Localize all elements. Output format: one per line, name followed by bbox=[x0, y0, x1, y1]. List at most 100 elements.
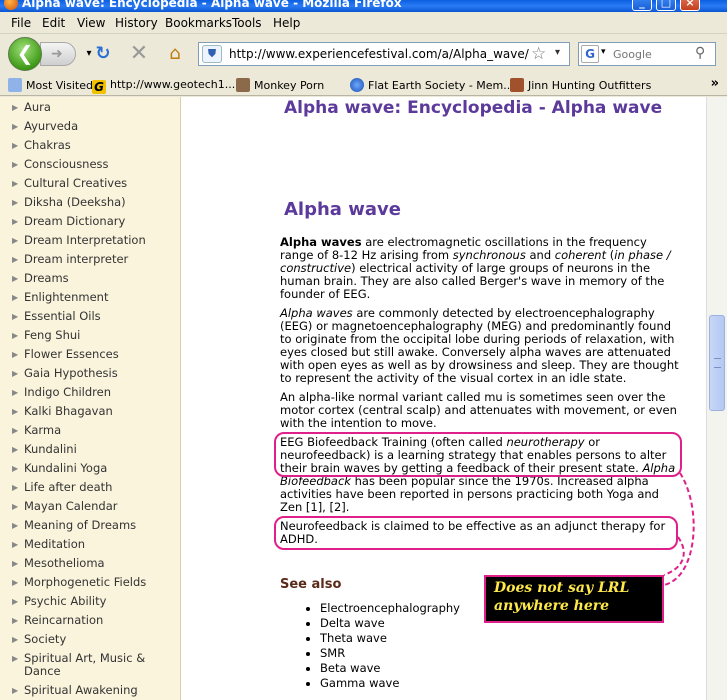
site-identity-icon[interactable]: ⛊ bbox=[202, 45, 222, 63]
stop-icon[interactable]: ✕ bbox=[128, 43, 150, 65]
sidebar-item-label[interactable]: Psychic Ability bbox=[24, 594, 106, 608]
see-also-link[interactable]: Gamma wave bbox=[320, 677, 460, 690]
sidebar-item-label[interactable]: Consciousness bbox=[24, 157, 109, 171]
see-also-link[interactable]: Delta wave bbox=[320, 617, 460, 630]
sidebar-item-label[interactable]: Indigo Children bbox=[24, 385, 111, 399]
sidebar-item[interactable]: ▶ Consciousness bbox=[12, 158, 180, 171]
menu-help[interactable]: Help bbox=[273, 16, 300, 30]
see-also-link[interactable]: SMR bbox=[320, 647, 460, 660]
minimize-icon[interactable]: _ bbox=[632, 0, 652, 11]
bookmark-flat-earth[interactable]: Flat Earth Society - Mem... bbox=[350, 78, 514, 92]
sidebar-item-label[interactable]: Gaia Hypothesis bbox=[24, 366, 118, 380]
search-input[interactable] bbox=[611, 45, 691, 63]
vertical-scrollbar[interactable] bbox=[706, 97, 727, 700]
sidebar-item[interactable]: ▶ Feng Shui bbox=[12, 329, 180, 342]
sidebar-item[interactable]: ▶ Society bbox=[12, 633, 180, 646]
sidebar-item-label[interactable]: Aura bbox=[24, 100, 51, 114]
sidebar-item[interactable]: ▶ Dream Dictionary bbox=[12, 215, 180, 228]
bookmark-most-visited[interactable]: Most Visited bbox=[8, 78, 93, 92]
sidebar-item-label[interactable]: Cultural Creatives bbox=[24, 176, 127, 190]
sidebar-item[interactable]: ▶ Diksha (Deeksha) bbox=[12, 196, 180, 209]
sidebar-item[interactable]: ▶ Life after death bbox=[12, 481, 180, 494]
sidebar-item-label[interactable]: Dream Dictionary bbox=[24, 214, 125, 228]
sidebar-item-label[interactable]: Karma bbox=[24, 423, 61, 437]
see-also-link[interactable]: Beta wave bbox=[320, 662, 460, 675]
sidebar-item[interactable]: ▶ Cultural Creatives bbox=[12, 177, 180, 190]
url-dropdown-icon[interactable]: ▾ bbox=[555, 47, 560, 58]
sidebar-item-label[interactable]: Spiritual Art, Music & Dance bbox=[24, 651, 145, 678]
sidebar-item[interactable]: ▶ Gaia Hypothesis bbox=[12, 367, 180, 380]
sidebar-item[interactable]: ▶ Flower Essences bbox=[12, 348, 180, 361]
sidebar-item[interactable]: ▶ Reincarnation bbox=[12, 614, 180, 627]
sidebar-item[interactable]: ▶ Kundalini bbox=[12, 443, 180, 456]
search-icon[interactable]: ⚲ bbox=[695, 45, 705, 61]
sidebar-item[interactable]: ▶ Chakras bbox=[12, 139, 180, 152]
sidebar-item-label[interactable]: Mayan Calendar bbox=[24, 499, 117, 513]
sidebar-item-label[interactable]: Chakras bbox=[24, 138, 71, 152]
url-bar[interactable]: ⛊ http://www.experiencefestival.com/a/Al… bbox=[198, 42, 570, 66]
sidebar-item[interactable]: ▶ Enlightenment bbox=[12, 291, 180, 304]
see-also-link[interactable]: Electroencephalography bbox=[320, 602, 460, 615]
sidebar-item[interactable]: ▶ Kalki Bhagavan bbox=[12, 405, 180, 418]
sidebar-item-label[interactable]: Essential Oils bbox=[24, 309, 101, 323]
sidebar-item[interactable]: ▶ Aura bbox=[12, 101, 180, 114]
menu-tools[interactable]: Tools bbox=[232, 16, 262, 30]
bookmarks-overflow-chevron-icon[interactable]: » bbox=[711, 76, 719, 91]
url-text[interactable]: http://www.experiencefestival.com/a/Alph… bbox=[229, 47, 529, 61]
reload-icon[interactable]: ↻ bbox=[92, 43, 114, 65]
sidebar-item[interactable]: ▶ Dream interpreter bbox=[12, 253, 180, 266]
menu-history[interactable]: History bbox=[115, 16, 158, 30]
sidebar-item-label[interactable]: Life after death bbox=[24, 480, 112, 494]
bookmark-jinn[interactable]: Jinn Hunting Outfitters bbox=[510, 78, 651, 92]
scrollbar-thumb[interactable] bbox=[709, 315, 725, 411]
sidebar-item-label[interactable]: Mesothelioma bbox=[24, 556, 105, 570]
sidebar-item-label[interactable]: Reincarnation bbox=[24, 613, 103, 627]
sidebar-item-label[interactable]: Enlightenment bbox=[24, 290, 108, 304]
sidebar-item-label[interactable]: Dream interpreter bbox=[24, 252, 128, 266]
see-also-link[interactable]: Theta wave bbox=[320, 632, 460, 645]
bookmark-star-icon[interactable]: ☆ bbox=[531, 44, 546, 64]
sidebar-item-label[interactable]: Kundalini bbox=[24, 442, 77, 456]
menu-edit[interactable]: Edit bbox=[42, 16, 65, 30]
sidebar-item[interactable]: ▶ Psychic Ability bbox=[12, 595, 180, 608]
sidebar-item[interactable]: ▶ Mayan Calendar bbox=[12, 500, 180, 513]
sidebar-item-label[interactable]: Meaning of Dreams bbox=[24, 518, 136, 532]
menu-view[interactable]: View bbox=[77, 16, 105, 30]
window-title-bar[interactable]: Alpha wave: Encyclopedia - Alpha wave - … bbox=[0, 0, 727, 12]
sidebar-item[interactable]: ▶ Spiritual Art, Music & Dance bbox=[12, 652, 180, 678]
sidebar-item-label[interactable]: Feng Shui bbox=[24, 328, 80, 342]
sidebar-item[interactable]: ▶ Dream Interpretation bbox=[12, 234, 180, 247]
back-button[interactable]: ❮ bbox=[8, 37, 42, 71]
sidebar-item[interactable]: ▶ Spiritual Awakening bbox=[12, 684, 180, 697]
sidebar-item[interactable]: ▶ Morphogenetic Fields bbox=[12, 576, 180, 589]
sidebar-item-label[interactable]: Society bbox=[24, 632, 66, 646]
sidebar-item-label[interactable]: Diksha (Deeksha) bbox=[24, 195, 126, 209]
sidebar-item[interactable]: ▶ Meditation bbox=[12, 538, 180, 551]
bookmark-geotech[interactable]: Ghttp://www.geotech1... bbox=[92, 78, 235, 94]
sidebar-item-label[interactable]: Meditation bbox=[24, 537, 85, 551]
sidebar-item-label[interactable]: Dreams bbox=[24, 271, 69, 285]
sidebar-item-label[interactable]: Kalki Bhagavan bbox=[24, 404, 113, 418]
search-engine-dropdown-icon[interactable]: ▾ bbox=[601, 47, 606, 57]
menu-bookmarks[interactable]: Bookmarks bbox=[165, 16, 232, 30]
bookmark-monkey[interactable]: Monkey Porn bbox=[236, 78, 324, 92]
sidebar-item-label[interactable]: Dream Interpretation bbox=[24, 233, 146, 247]
menu-file[interactable]: File bbox=[11, 16, 31, 30]
sidebar-item[interactable]: ▶ Essential Oils bbox=[12, 310, 180, 323]
maximize-icon[interactable]: □ bbox=[656, 0, 676, 11]
sidebar-item[interactable]: ▶ Mesothelioma bbox=[12, 557, 180, 570]
sidebar-item-label[interactable]: Kundalini Yoga bbox=[24, 461, 107, 475]
sidebar-item[interactable]: ▶ Kundalini Yoga bbox=[12, 462, 180, 475]
sidebar-item[interactable]: ▶ Indigo Children bbox=[12, 386, 180, 399]
sidebar-item-label[interactable]: Morphogenetic Fields bbox=[24, 575, 146, 589]
sidebar-item-label[interactable]: Ayurveda bbox=[24, 119, 78, 133]
google-search-engine-icon[interactable]: G bbox=[581, 45, 599, 63]
sidebar-item-label[interactable]: Flower Essences bbox=[24, 347, 119, 361]
close-icon[interactable]: × bbox=[680, 0, 700, 11]
sidebar-item[interactable]: ▶ Dreams bbox=[12, 272, 180, 285]
sidebar-item[interactable]: ▶ Ayurveda bbox=[12, 120, 180, 133]
home-icon[interactable]: ⌂ bbox=[164, 43, 186, 65]
search-box[interactable]: G ▾ ⚲ bbox=[578, 42, 716, 66]
sidebar-item[interactable]: ▶ Karma bbox=[12, 424, 180, 437]
sidebar-item-label[interactable]: Spiritual Awakening bbox=[24, 683, 138, 697]
